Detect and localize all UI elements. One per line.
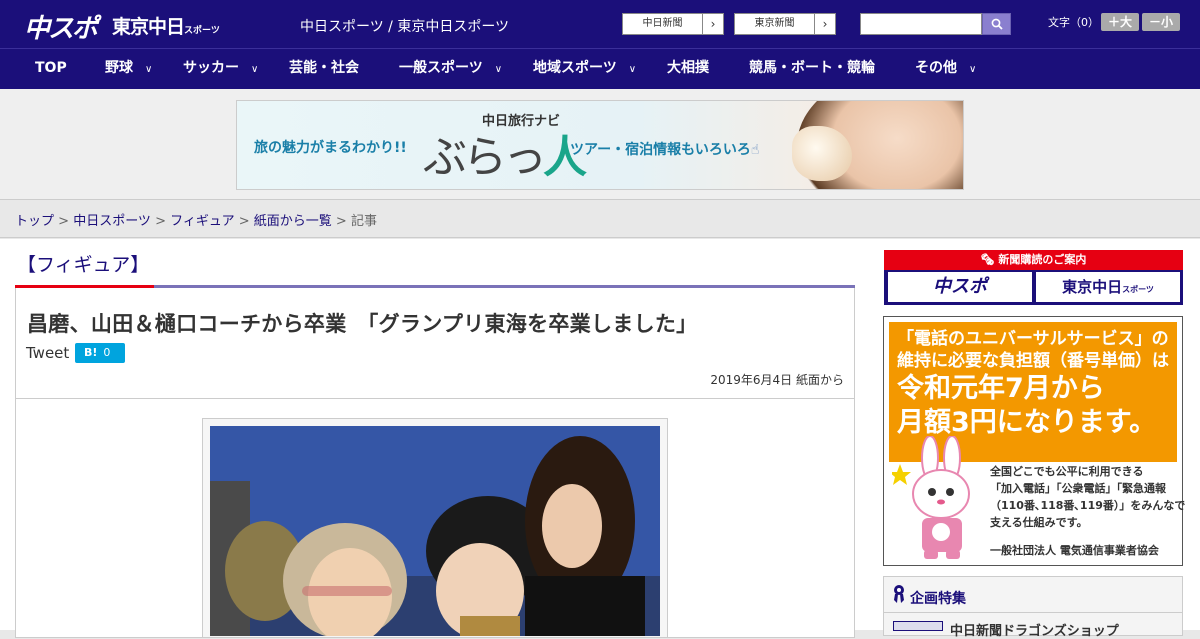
subscribe-tokyo-chunichi-text: 東京中日 — [1062, 278, 1123, 296]
ad-body: 全国どこでも公平に利用できる 「加入電話」「公衆電話」「緊急通報 （110番､1… — [990, 463, 1185, 531]
nav-item-label: 大相撲 — [667, 60, 709, 76]
ribbon-icon — [894, 585, 904, 603]
font-smaller-button[interactable]: －小 — [1142, 13, 1180, 31]
search-button[interactable] — [982, 13, 1011, 35]
article-headline: 昌磨、山田＆樋口コーチから卒業 「グランプリ東海を卒業しました」 — [27, 312, 698, 336]
banner-logo-a: ぶらっ — [423, 132, 547, 183]
font-larger-button[interactable]: ＋大 — [1101, 13, 1139, 31]
breadcrumb-separator: > — [234, 214, 254, 229]
ad-body-line3: （110番､118番､119番）」をみんなで — [990, 499, 1186, 512]
chevron-down-icon: ∨ — [251, 64, 259, 75]
chevron-down-icon: ∨ — [145, 64, 153, 75]
chevron-down-icon: ∨ — [969, 64, 977, 75]
tokyo-chunichi-logo[interactable]: 東京中日スポーツ — [112, 12, 220, 39]
tokyo-chunichi-logo-small: スポーツ — [184, 26, 220, 36]
nav-item-label: 競馬・ボート・競輪 — [749, 60, 875, 76]
breadcrumb-separator: > — [54, 214, 74, 229]
chevron-right-icon: › — [822, 17, 828, 31]
search-input[interactable] — [860, 13, 982, 35]
nav-item-racing[interactable]: 競馬・ボート・競輪 — [749, 48, 875, 89]
nav-item-general-sports[interactable]: 一般スポーツ ∨ — [399, 48, 502, 89]
tokyo-shimbun-link[interactable]: 東京新聞 › — [734, 13, 836, 35]
nav-item-label: TOP — [35, 60, 67, 76]
site-title: 中日スポーツ / 東京中日スポーツ — [300, 19, 510, 35]
tokyo-chunichi-logo-text: 東京中日 — [112, 16, 185, 38]
breadcrumb-separator: > — [150, 214, 171, 229]
subscribe-tokyo-chunichi-link[interactable]: 東京中日スポーツ — [1036, 272, 1180, 302]
category-title: 【フィギュア】 — [17, 254, 150, 276]
tokyo-shimbun-link-label: 東京新聞 — [735, 14, 815, 34]
subscription-title: 新聞購読のご案内 — [998, 253, 1087, 266]
nav-item-baseball[interactable]: 野球 ∨ — [105, 48, 152, 89]
skaters-photo — [210, 426, 660, 636]
breadcrumb-top[interactable]: トップ — [15, 214, 54, 229]
ad-body-line1: 全国どこでも公平に利用できる — [990, 465, 1144, 478]
hatena-count: 0 — [103, 346, 111, 359]
breadcrumb: トップ > 中日スポーツ > フィギュア > 紙面から一覧 > 記事 — [15, 210, 377, 229]
breadcrumb-paper-list[interactable]: 紙面から一覧 — [254, 214, 332, 229]
nav-item-label: 芸能・社会 — [289, 60, 359, 76]
chevron-down-icon: ∨ — [628, 64, 637, 75]
breadcrumb-chunichi-sports[interactable]: 中日スポーツ — [73, 214, 151, 229]
subscribe-tokyo-chunichi-small: スポーツ — [1122, 285, 1154, 294]
search-icon — [991, 18, 1003, 30]
nav-item-label: サッカー — [183, 60, 239, 76]
ad-question: 「電話のユニバーサルサービス」の 維持に必要な負担額（番号単価）は — [897, 328, 1169, 372]
pointing-hand-icon: ☝ — [750, 142, 760, 158]
ad-headline-line2: 月額3円になります。 — [897, 407, 1157, 438]
newspaper-icon: 🗞 — [980, 253, 999, 266]
travel-navi-banner[interactable]: 旅の魅力がまるわかり!! 中日旅行ナビ ぶらっ人 ツアー・宿泊情報もいろいろ☝ — [236, 100, 964, 190]
subscription-header: 🗞 新聞購読のご案内 — [884, 250, 1183, 270]
divider — [16, 398, 854, 399]
ad-headline-line1: 令和元年7月から — [897, 373, 1105, 404]
burattobito-logo: ぶらっ人 — [423, 121, 587, 185]
nav-item-label: 地域スポーツ — [533, 60, 617, 76]
banner-tagline-text: ツアー・宿泊情報もいろいろ — [570, 142, 751, 158]
nav-item-label: その他 — [915, 60, 957, 76]
nav-item-label: 一般スポーツ — [399, 60, 483, 76]
ad-question-line1: 「電話のユニバーサルサービス」の — [897, 329, 1169, 349]
nav-item-sumo[interactable]: 大相撲 — [667, 48, 709, 89]
ad-organization: 一般社団法人 電気通信事業者協会 — [990, 544, 1159, 557]
nav-item-entertainment[interactable]: 芸能・社会 — [289, 48, 359, 89]
chevron-right-icon: › — [710, 17, 716, 31]
nav-item-label: 野球 — [105, 60, 133, 76]
article-photo[interactable] — [210, 426, 660, 636]
ad-body-line4: 支える仕組みです。 — [990, 516, 1088, 529]
nav-item-other[interactable]: その他 ∨ — [915, 48, 976, 89]
banner-catch: 旅の魅力がまるわかり!! — [254, 140, 407, 156]
nav-item-regional-sports[interactable]: 地域スポーツ ∨ — [533, 48, 636, 89]
divider — [884, 612, 1182, 613]
hatena-label: B! — [84, 346, 98, 359]
subscribe-chuspo-link[interactable]: 中スポ — [888, 272, 1032, 302]
breadcrumb-current: 記事 — [350, 214, 377, 229]
nav-item-soccer[interactable]: サッカー ∨ — [183, 48, 258, 89]
font-size-label: 文字（0） — [1048, 16, 1099, 29]
ad-headline: 令和元年7月から 月額3円になります。 — [897, 372, 1156, 440]
banner-tagline: ツアー・宿泊情報もいろいろ☝ — [570, 139, 759, 159]
chunichi-shimbun-link[interactable]: 中日新聞 › — [622, 13, 724, 35]
breadcrumb-separator: > — [331, 214, 351, 229]
chunichi-sports-logo[interactable]: 中スポ — [24, 8, 98, 45]
tweet-button[interactable]: Tweet — [26, 344, 69, 362]
chevron-down-icon: ∨ — [494, 64, 503, 75]
hatena-bookmark-button[interactable]: B! 0 — [75, 343, 125, 363]
rabbit-mascot-icon — [892, 436, 970, 559]
chunichi-shimbun-link-label: 中日新聞 — [623, 14, 703, 34]
breadcrumb-figure[interactable]: フィギュア — [170, 214, 234, 229]
article-date: 2019年6月4日 紙面から — [710, 373, 844, 387]
ad-body-line2: 「加入電話」「公衆電話」「緊急通報 — [990, 482, 1166, 495]
nav-item-top[interactable]: TOP — [35, 48, 67, 89]
feature-title: 企画特集 — [910, 591, 966, 607]
ad-question-line2: 維持に必要な負担額（番号単価）は — [897, 351, 1169, 371]
